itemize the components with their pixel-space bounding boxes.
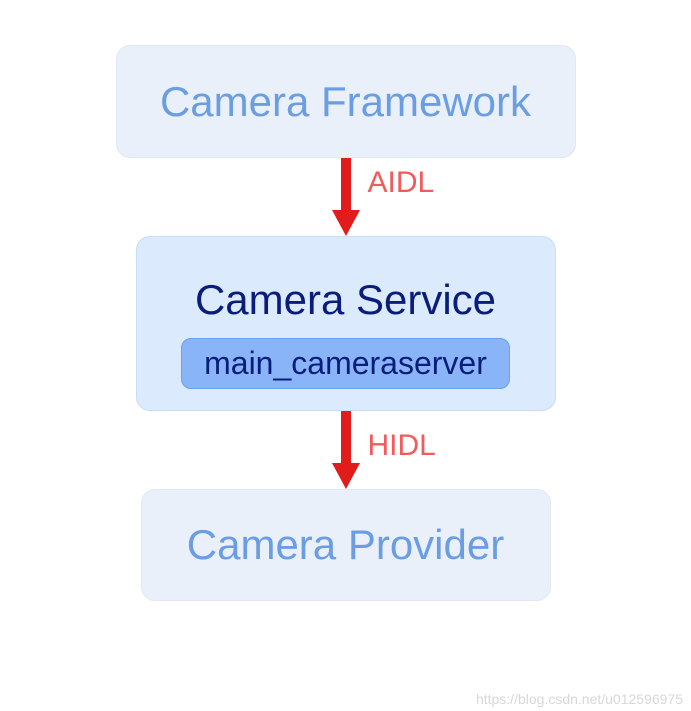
arrow-aidl-wrap: AIDL — [0, 158, 691, 236]
service-sub-label: main_cameraserver — [204, 345, 487, 381]
arrow-down-icon — [331, 411, 361, 489]
service-box: Camera Service main_cameraserver — [136, 236, 556, 411]
aidl-label: AIDL — [368, 166, 435, 200]
watermark-text: https://blog.csdn.net/u012596975 — [476, 691, 683, 707]
framework-box: Camera Framework — [116, 45, 576, 158]
hidl-label: HIDL — [368, 429, 436, 463]
provider-box: Camera Provider — [141, 489, 551, 601]
arrow-down-icon — [331, 158, 361, 236]
service-sub-box: main_cameraserver — [181, 338, 510, 389]
service-label: Camera Service — [195, 276, 496, 324]
arrow-hidl-wrap: HIDL — [0, 411, 691, 489]
framework-label: Camera Framework — [160, 78, 531, 126]
provider-label: Camera Provider — [187, 521, 504, 569]
